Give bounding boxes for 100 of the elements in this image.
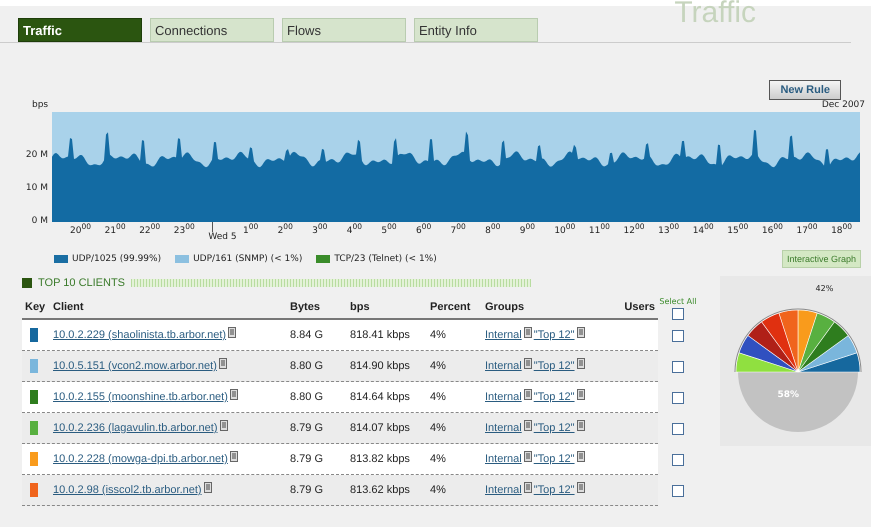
tab[interactable]: Connections xyxy=(150,18,274,42)
axis-tick-label: 18$^{00}$ xyxy=(831,222,854,238)
row-checkbox[interactable] xyxy=(672,454,684,466)
document-icon[interactable] xyxy=(524,326,532,338)
document-icon[interactable] xyxy=(576,388,585,400)
client-link[interactable]: 10.0.2.228 (mowga-dpi.tb.arbor.net) xyxy=(53,453,228,465)
table-cell-text: 813.82 kbps xyxy=(350,453,411,465)
axis-tick-label: 20 M xyxy=(26,150,48,160)
document-icon[interactable] xyxy=(576,326,585,338)
axis-tick-label: 12$^{00}$ xyxy=(624,222,646,238)
client-link[interactable]: 10.0.5.151 (vcon2.mow.arbor.net) xyxy=(53,360,217,372)
axis-tick-label: 2$^{00}$ xyxy=(278,222,294,238)
column-header: Percent xyxy=(430,301,472,313)
axis-tick-label: 14$^{00}$ xyxy=(692,222,715,238)
client-link[interactable]: 10.0.2.98 (isscol2.tb.arbor.net) xyxy=(53,484,202,496)
tab[interactable]: Flows xyxy=(282,18,406,42)
client-link[interactable]: 10.0.2.236 (lagavulin.tb.arbor.net) xyxy=(53,422,218,434)
document-icon[interactable] xyxy=(524,358,532,368)
axis-tick-label: 3$^{00}$ xyxy=(312,222,328,238)
select-all-checkbox[interactable] xyxy=(672,308,684,320)
legend-label: UDP/1025 (99.99%) xyxy=(72,254,162,264)
axis-tick-label: 11$^{00}$ xyxy=(588,222,611,238)
row-checkbox[interactable] xyxy=(672,330,684,342)
axis-tick-label: 16$^{00}$ xyxy=(762,222,784,238)
table-cell-text: 814.07 kbps xyxy=(350,422,411,434)
document-icon[interactable] xyxy=(524,420,532,430)
document-icon[interactable] xyxy=(230,450,238,462)
table-cell-text: 8.80 G xyxy=(290,391,324,403)
table-cell-text: 814.90 kbps xyxy=(350,360,411,372)
table-cell-text: 818.41 kbps xyxy=(350,329,411,341)
table-cell-text: 4% xyxy=(430,422,447,434)
document-icon[interactable] xyxy=(576,358,585,368)
table-cell-text: 8.79 G xyxy=(290,422,324,434)
group-link[interactable]: "Top 12" xyxy=(534,422,575,434)
axis-tick-label: 1$^{00}$ xyxy=(242,222,260,238)
group-link[interactable]: Internal xyxy=(485,391,522,403)
axis-tick-label: 15$^{00}$ xyxy=(727,222,750,238)
document-icon[interactable] xyxy=(524,450,532,462)
document-icon[interactable] xyxy=(524,482,532,492)
document-icon[interactable] xyxy=(576,482,585,492)
axis-tick-label: 7$^{00}$ xyxy=(450,222,467,238)
row-checkbox[interactable] xyxy=(672,422,684,434)
table-cell-text: 4% xyxy=(430,484,447,496)
client-link[interactable]: 10.0.2.155 (moonshine.tb.arbor.net) xyxy=(53,391,228,403)
axis-tick-label: 17$^{00}$ xyxy=(796,222,818,238)
axis-tick-label: 10 M xyxy=(26,183,48,193)
axis-tick-label: 5$^{00}$ xyxy=(381,222,398,238)
axis-tick-label: 9$^{00}$ xyxy=(520,222,536,238)
document-icon[interactable] xyxy=(220,420,228,430)
client-link[interactable]: 10.0.2.229 (shaolinista.tb.arbor.net) xyxy=(53,329,226,341)
axis-tick-label: 8$^{00}$ xyxy=(485,222,502,238)
section-title: TOP 10 CLIENTS xyxy=(38,277,126,289)
group-link[interactable]: Internal xyxy=(485,453,522,465)
table-cell-text: 4% xyxy=(430,360,447,372)
document-icon[interactable] xyxy=(524,388,532,400)
group-link[interactable]: Internal xyxy=(485,484,522,496)
group-link[interactable]: "Top 12" xyxy=(534,329,575,341)
axis-tick-label: 21$^{00}$ xyxy=(104,222,127,238)
axis-tick-label: 23$^{00}$ xyxy=(174,222,196,238)
column-header: Bytes xyxy=(290,301,321,313)
column-header: Client xyxy=(53,301,85,313)
document-icon[interactable] xyxy=(230,388,238,400)
interactive-graph-button[interactable]: Interactive Graph xyxy=(782,250,861,268)
group-link[interactable]: Internal xyxy=(485,360,522,372)
document-icon[interactable] xyxy=(576,420,585,430)
axis-tick-label: Wed 5 xyxy=(208,232,237,242)
column-header: Key xyxy=(25,301,46,313)
section-marker xyxy=(22,278,32,288)
table-cell-text: 8.79 G xyxy=(290,453,324,465)
axis-tick-label: 0 M xyxy=(32,216,48,226)
axis-tick-label: 4$^{00}$ xyxy=(346,222,364,238)
row-checkbox[interactable] xyxy=(672,392,684,404)
axis-tick-label: 13$^{00}$ xyxy=(658,222,680,238)
pie-label: 42% xyxy=(816,284,834,293)
table-cell-text: 8.79 G xyxy=(290,484,324,496)
pie-label: 58% xyxy=(778,390,800,400)
axis-label: bps xyxy=(32,100,48,112)
document-icon[interactable] xyxy=(576,450,585,462)
axis-tick-label: 10$^{00}$ xyxy=(554,222,576,238)
document-icon[interactable] xyxy=(228,326,236,338)
group-link[interactable]: "Top 12" xyxy=(534,360,575,372)
group-link[interactable]: "Top 12" xyxy=(534,484,575,496)
row-checkbox[interactable] xyxy=(672,360,684,372)
row-checkbox[interactable] xyxy=(672,484,684,496)
table-cell-text: 4% xyxy=(430,329,447,341)
select-all-label: Select All xyxy=(659,297,697,306)
column-header: bps xyxy=(350,301,371,313)
group-link[interactable]: Internal xyxy=(485,422,522,434)
group-link[interactable]: "Top 12" xyxy=(534,453,575,465)
axis-tick-label: 6$^{00}$ xyxy=(416,222,432,238)
group-link[interactable]: Internal xyxy=(485,329,522,341)
document-icon[interactable] xyxy=(204,482,212,492)
tab[interactable]: Entity Info xyxy=(414,18,538,42)
group-link[interactable]: "Top 12" xyxy=(534,391,575,403)
table-cell-text: 4% xyxy=(430,391,447,403)
legend-label: UDP/161 (SNMP) (< 1%) xyxy=(193,254,302,264)
tab[interactable]: Traffic xyxy=(18,18,142,42)
document-icon[interactable] xyxy=(218,358,227,368)
page-title: Traffic xyxy=(674,0,756,30)
new-rule-button[interactable]: New Rule xyxy=(769,80,841,100)
